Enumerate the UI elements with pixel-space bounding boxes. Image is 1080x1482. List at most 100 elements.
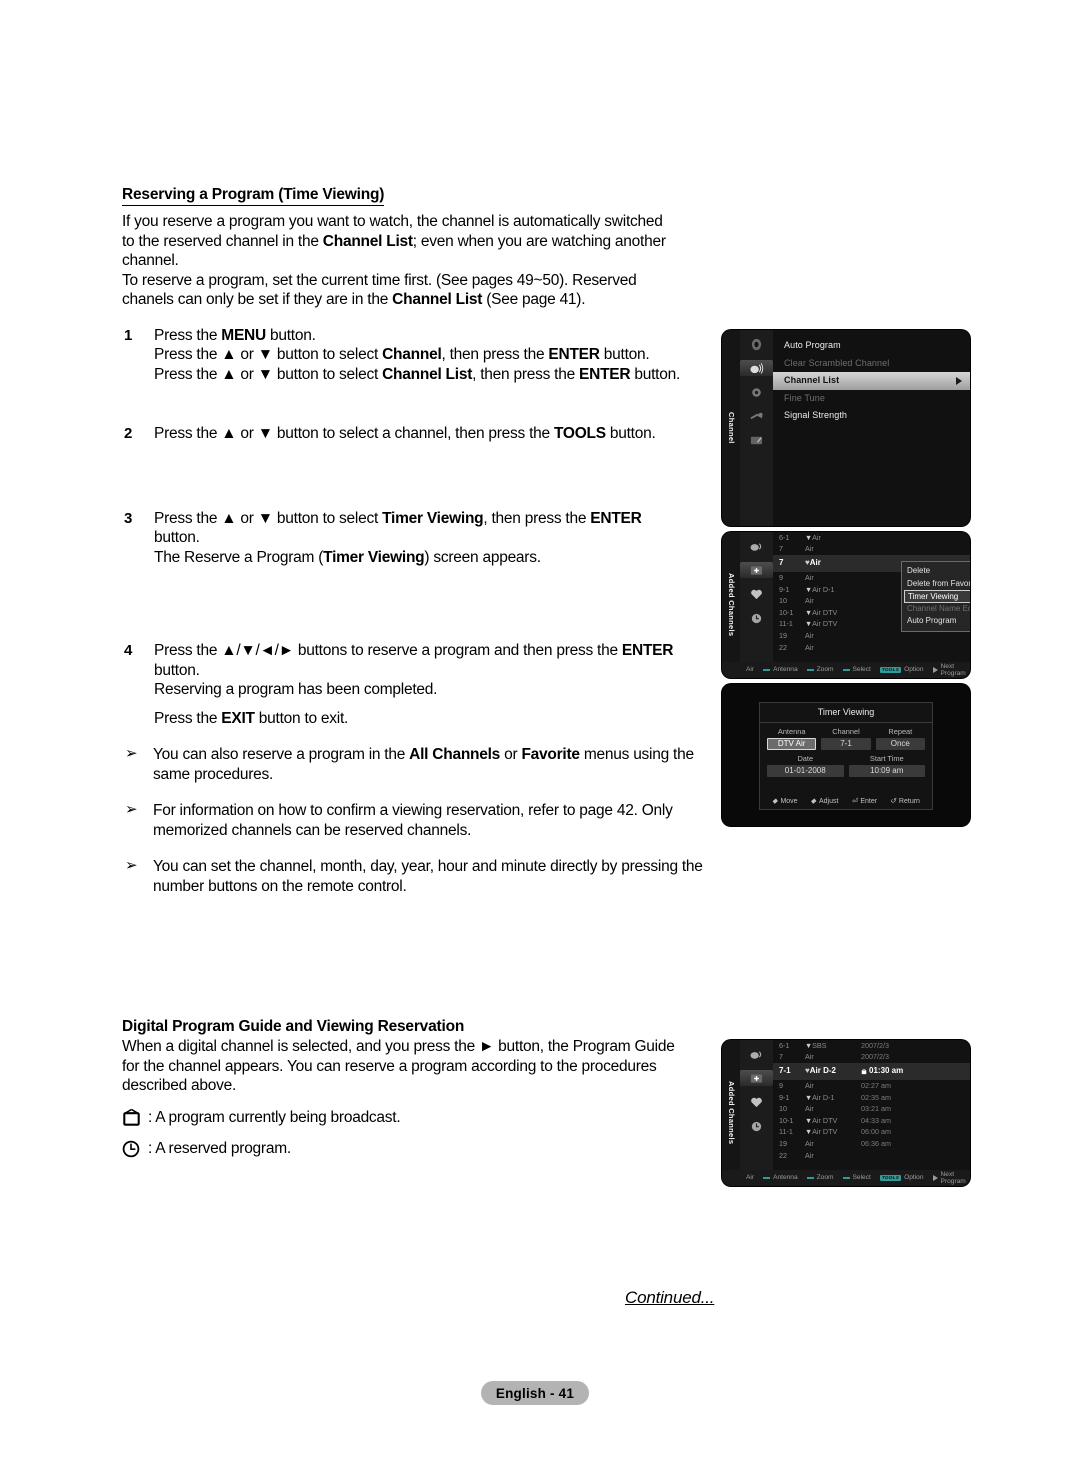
support-icon[interactable] <box>747 432 767 448</box>
table-row[interactable]: 6-1 ▼Air <box>773 532 970 544</box>
channel-label: Air <box>805 630 814 640</box>
table-row-selected[interactable]: 7-1 ♥Air D-2 01:30 am <box>773 1063 970 1081</box>
status-antenna[interactable]: Antenna <box>763 1174 798 1181</box>
tv-icon <box>122 1108 148 1127</box>
footer-return[interactable]: ↺ Return <box>890 798 920 806</box>
picture-icon[interactable] <box>747 336 767 352</box>
table-row[interactable]: 22 Air <box>773 642 970 654</box>
menu-item-auto-program[interactable]: Auto Program <box>773 337 970 355</box>
timer-field-row-1: Antenna DTV Air Channel 7-1 Repeat Once <box>767 726 925 751</box>
status-zoom[interactable]: Zoom <box>806 1174 834 1181</box>
menu-item-channel-list[interactable]: Channel List <box>773 372 970 390</box>
field-channel[interactable]: Channel 7-1 <box>821 727 871 751</box>
osd-guide-status-bar: Air Antenna Zoom Select TOOLS Option Next… <box>722 1170 970 1186</box>
antenna-icon[interactable] <box>747 538 767 554</box>
status-zoom[interactable]: Zoom <box>806 666 834 673</box>
page-number-badge: English - 41 <box>481 1381 589 1405</box>
table-row[interactable]: 10 Air 03:21 am <box>773 1103 970 1115</box>
channel-number: 19 <box>779 630 787 640</box>
timer-viewing-fields: Antenna DTV Air Channel 7-1 Repeat Once … <box>760 723 932 778</box>
channel-label: Air DTV <box>812 619 838 629</box>
status-option[interactable]: TOOLS Option <box>879 666 924 673</box>
table-row[interactable]: 9-1 ▼Air D-1 02:35 am <box>773 1092 970 1104</box>
channel-label: Air <box>805 573 814 583</box>
reserved-icon[interactable] <box>747 610 767 626</box>
favorite-icon[interactable] <box>747 586 767 602</box>
channel-number: 9-1 <box>779 1092 790 1102</box>
channel-name: Air <box>805 1151 861 1160</box>
adjust-icon: ◆ <box>810 798 816 806</box>
osd-timer-viewing-dialog: Timer Viewing Antenna DTV Air Channel 7-… <box>722 684 970 826</box>
menu-item-clear-scrambled-channel[interactable]: Clear Scrambled Channel <box>773 355 970 373</box>
manual-page: Reserving a Program (Time Viewing) If yo… <box>0 0 1080 1482</box>
step-3: 3 Press the ▲ or ▼ button to select Time… <box>122 509 710 568</box>
menu-item-fine-tune[interactable]: Fine Tune <box>773 390 970 408</box>
channel-icon[interactable] <box>740 360 773 376</box>
field-channel-value[interactable]: 7-1 <box>821 738 871 751</box>
field-date[interactable]: Date 01-01-2008 <box>767 754 844 778</box>
channel-number: 10-1 <box>779 1115 794 1125</box>
section2-line: described above. <box>122 1077 237 1094</box>
favorite-icon[interactable] <box>747 1094 767 1110</box>
channel-name: ▼Air DTV <box>805 620 861 628</box>
step-number: 2 <box>124 425 133 442</box>
input-icon[interactable] <box>747 408 767 424</box>
osd-list-icon-rail <box>740 532 773 678</box>
status-select[interactable]: Select <box>842 666 871 673</box>
osd-list-tab-strip: Added Channels <box>722 532 740 678</box>
status-next-program[interactable]: Next Program <box>932 663 970 678</box>
table-row[interactable]: 10-1 ▼Air DTV 04:33 am <box>773 1115 970 1127</box>
table-row[interactable]: 6-1 ▼SBS 2007/2/3 <box>773 1040 970 1052</box>
field-start-time[interactable]: Start Time 10:09 am <box>848 754 925 778</box>
status-option[interactable]: TOOLS Option <box>879 1174 924 1181</box>
added-channels-icon[interactable] <box>740 1070 773 1086</box>
table-row[interactable]: 11-1 ▼Air DTV 06:00 am <box>773 1127 970 1139</box>
table-row[interactable]: 19 Air 06:36 am <box>773 1138 970 1150</box>
popup-item-delete-from-favorite[interactable]: Delete from Favorite <box>902 578 970 591</box>
channel-number: 22 <box>779 642 787 652</box>
tv-icon <box>861 1068 867 1074</box>
channel-label: Air <box>812 532 821 542</box>
added-channels-icon[interactable] <box>740 562 773 578</box>
color-key-icon <box>763 1176 771 1180</box>
program-time: 02:27 am <box>861 1081 891 1091</box>
table-row[interactable]: 9 Air 02:27 am <box>773 1080 970 1092</box>
table-row[interactable]: 7 Air <box>773 544 970 556</box>
footer-move[interactable]: ◆ Move <box>772 798 798 806</box>
field-antenna-label: Antenna <box>777 726 806 736</box>
tools-popup-menu: Delete Delete from Favorite Timer Viewin… <box>901 561 970 632</box>
antenna-icon[interactable] <box>747 1046 767 1062</box>
program-time: 2007/2/3 <box>861 1040 889 1050</box>
status-select[interactable]: Select <box>842 1174 871 1181</box>
field-repeat-value[interactable]: Once <box>875 738 925 751</box>
field-antenna-value[interactable]: DTV Air <box>767 738 817 751</box>
menu-item-signal-strength[interactable]: Signal Strength <box>773 407 970 425</box>
program-time: 06:00 am <box>861 1127 891 1137</box>
legend-text: : A reserved program. <box>148 1139 291 1157</box>
field-date-value[interactable]: 01-01-2008 <box>767 765 844 778</box>
section-heading-digital-guide: Digital Program Guide and Viewing Reserv… <box>122 1018 465 1035</box>
reserved-icon[interactable] <box>747 1118 767 1134</box>
osd-menu-tab-strip: Channel <box>722 330 740 526</box>
status-antenna[interactable]: Antenna <box>763 666 798 673</box>
osd-program-guide: Added Channels 6-1 ▼SBS 2007/2/3 7 Air 2007/… <box>722 1040 970 1186</box>
table-row[interactable]: 7 Air 2007/2/3 <box>773 1052 970 1064</box>
tools-button-icon: TOOLS <box>879 667 902 673</box>
field-start-time-value[interactable]: 10:09 am <box>848 765 925 778</box>
field-antenna[interactable]: Antenna DTV Air <box>767 726 817 751</box>
popup-item-channel-name-edit[interactable]: Channel Name Edit <box>902 603 970 616</box>
footer-adjust[interactable]: ◆ Adjust <box>811 798 839 806</box>
popup-item-delete[interactable]: Delete <box>902 565 970 578</box>
setup-icon[interactable] <box>747 384 767 400</box>
popup-item-auto-program[interactable]: Auto Program <box>902 615 970 628</box>
step-line: Reserving a program has been completed. <box>154 681 438 698</box>
step-line: Press the ▲ or ▼ button to select Channe… <box>154 346 650 363</box>
step-line: Press the ▲ or ▼ button to select Channe… <box>154 365 681 383</box>
channel-label: Air D-1 <box>812 1092 835 1102</box>
intro-line: channel. <box>122 252 179 269</box>
popup-item-timer-viewing[interactable]: Timer Viewing <box>904 590 970 603</box>
field-repeat[interactable]: Repeat Once <box>875 727 925 751</box>
status-next-program[interactable]: Next Program <box>932 1171 970 1186</box>
table-row[interactable]: 22 Air <box>773 1150 970 1162</box>
footer-enter[interactable]: ⏎ Enter <box>851 798 877 806</box>
